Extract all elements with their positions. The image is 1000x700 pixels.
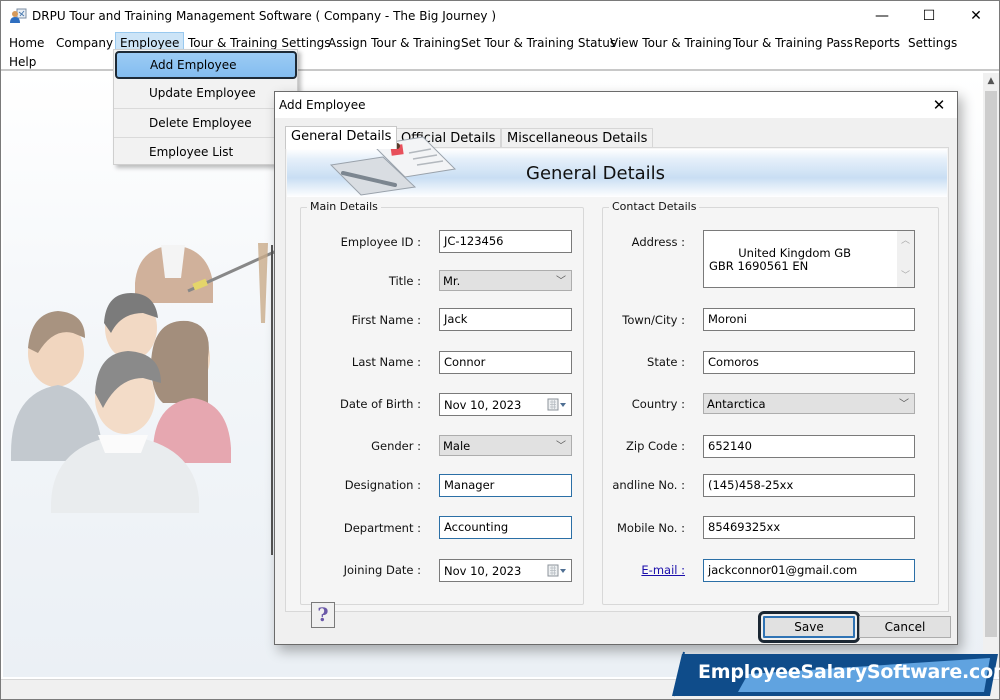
close-icon: ✕	[932, 96, 946, 114]
calendar-dropdown-icon[interactable]	[547, 564, 567, 578]
country-label: Country :	[631, 397, 685, 411]
email-input[interactable]: jackconnor01@gmail.com	[703, 559, 915, 582]
dialog-close-button[interactable]: ✕	[927, 95, 951, 115]
scrollbar-thumb[interactable]	[985, 91, 997, 637]
chevron-down-icon: ﹀	[556, 276, 566, 287]
menu-item-add-employee[interactable]: Add Employee	[115, 51, 297, 79]
employee-dropdown-menu: Add Employee Update Employee Delete Empl…	[113, 49, 298, 165]
gender-label: Gender :	[371, 439, 421, 453]
menu-help[interactable]: Help	[5, 52, 40, 72]
close-icon: ✕	[970, 8, 982, 24]
tab-miscellaneous-details[interactable]: Miscellaneous Details	[501, 128, 654, 148]
mobile-label: Mobile No. :	[616, 521, 685, 535]
maximize-button[interactable]: ☐	[906, 1, 952, 31]
maximize-icon: ☐	[922, 8, 936, 24]
address-scrollbar[interactable]: ︿ ﹀	[897, 231, 914, 287]
date-of-birth-value: Nov 10, 2023	[444, 398, 522, 412]
joining-date-label: Joining Date :	[343, 563, 421, 577]
title-bar: DRPU Tour and Training Management Softwa…	[1, 1, 999, 31]
menu-company[interactable]: Company	[52, 33, 117, 53]
save-button[interactable]: Save	[758, 611, 860, 643]
dialog-title-bar: Add Employee ✕	[275, 92, 957, 118]
zip-code-label: Zip Code :	[626, 439, 685, 453]
menu-set-tour-training-status[interactable]: Set Tour & Training Status	[457, 33, 620, 53]
title-label: Title :	[388, 274, 421, 288]
address-textarea[interactable]: United Kingdom GB GBR 1690561 EN ︿ ﹀	[703, 230, 915, 288]
menu-item-delete-employee[interactable]: Delete Employee	[114, 108, 297, 137]
gender-select[interactable]: Male ﹀	[439, 435, 572, 456]
last-name-label: Last Name :	[351, 355, 421, 369]
scroll-up-icon[interactable]: ▲	[983, 73, 999, 89]
menu-view-tour-training[interactable]: View Tour & Training	[606, 33, 736, 53]
first-name-input[interactable]: Jack	[439, 308, 572, 331]
scroll-up-icon[interactable]: ︿	[901, 235, 910, 248]
menu-assign-tour-training[interactable]: Assign Tour & Training	[324, 33, 465, 53]
dialog-title: Add Employee	[279, 98, 366, 112]
scroll-down-icon[interactable]: ﹀	[901, 270, 910, 283]
question-mark-icon: ?	[317, 604, 329, 626]
section-banner: General Details	[287, 136, 947, 197]
menu-home[interactable]: Home	[5, 33, 48, 53]
calendar-dropdown-icon[interactable]	[547, 398, 567, 412]
last-name-input[interactable]: Connor	[439, 351, 572, 374]
main-details-legend: Main Details	[307, 200, 381, 213]
menu-settings[interactable]: Settings	[904, 33, 961, 53]
title-value: Mr.	[443, 274, 461, 288]
country-value: Antarctica	[707, 397, 766, 411]
menu-tour-training-pass[interactable]: Tour & Training Pass	[729, 33, 857, 53]
window-title: DRPU Tour and Training Management Softwa…	[32, 9, 496, 23]
date-of-birth-picker[interactable]: Nov 10, 2023	[439, 393, 572, 416]
section-title: General Details	[526, 163, 666, 184]
date-of-birth-label: Date of Birth :	[339, 397, 421, 411]
general-details-page: General Details Main Details Employee ID…	[285, 136, 949, 612]
tab-general-details[interactable]: General Details	[285, 126, 398, 149]
address-label: Address :	[631, 235, 685, 249]
designation-input[interactable]: Manager	[439, 474, 572, 497]
menu-reports[interactable]: Reports	[850, 33, 904, 53]
department-label: Department :	[343, 521, 421, 535]
address-value: United Kingdom GB GBR 1690561 EN	[709, 246, 852, 273]
contact-details-group: Contact Details Address : United Kingdom…	[602, 200, 939, 605]
gender-value: Male	[443, 439, 471, 453]
state-label: State :	[647, 355, 685, 369]
mobile-input[interactable]: 85469325xx	[703, 516, 915, 539]
contact-details-legend: Contact Details	[609, 200, 700, 213]
landline-label: andline No. :	[612, 478, 685, 492]
watermark-banner: EmployeeSalarySoftware.com	[668, 650, 1000, 698]
cancel-button[interactable]: Cancel	[859, 616, 951, 638]
help-button[interactable]: ?	[311, 602, 335, 628]
country-select[interactable]: Antarctica ﹀	[703, 393, 915, 414]
joining-date-value: Nov 10, 2023	[444, 564, 522, 578]
designation-label: Designation :	[344, 478, 421, 492]
zip-code-input[interactable]: 652140	[703, 435, 915, 458]
landline-input[interactable]: (145)458-25xx	[703, 474, 915, 497]
main-details-group: Main Details Employee ID : JC-123456 Tit…	[300, 200, 584, 605]
joining-date-picker[interactable]: Nov 10, 2023	[439, 559, 572, 582]
menu-item-employee-list[interactable]: Employee List	[114, 137, 297, 166]
chevron-down-icon: ﹀	[899, 399, 909, 410]
close-window-button[interactable]: ✕	[953, 1, 999, 31]
minimize-icon: —	[875, 8, 889, 24]
state-input[interactable]: Comoros	[703, 351, 915, 374]
employee-id-label: Employee ID :	[340, 235, 421, 249]
add-employee-dialog: Add Employee ✕ General Details Official …	[274, 91, 958, 645]
email-link[interactable]: E-mail :	[641, 563, 685, 577]
watermark-text: EmployeeSalarySoftware.com	[698, 661, 1000, 683]
vertical-scrollbar[interactable]: ▲	[983, 73, 999, 677]
town-city-input[interactable]: Moroni	[703, 308, 915, 331]
training-people-illustration	[11, 243, 284, 513]
department-input[interactable]: Accounting	[439, 516, 572, 539]
chevron-down-icon: ﹀	[556, 441, 566, 452]
app-logo-icon	[10, 8, 27, 23]
town-city-label: Town/City :	[622, 313, 685, 327]
employee-id-input[interactable]: JC-123456	[439, 230, 572, 253]
first-name-label: First Name :	[351, 313, 421, 327]
menu-item-update-employee[interactable]: Update Employee	[114, 79, 297, 108]
title-select[interactable]: Mr. ﹀	[439, 270, 572, 291]
minimize-button[interactable]: —	[859, 1, 905, 31]
